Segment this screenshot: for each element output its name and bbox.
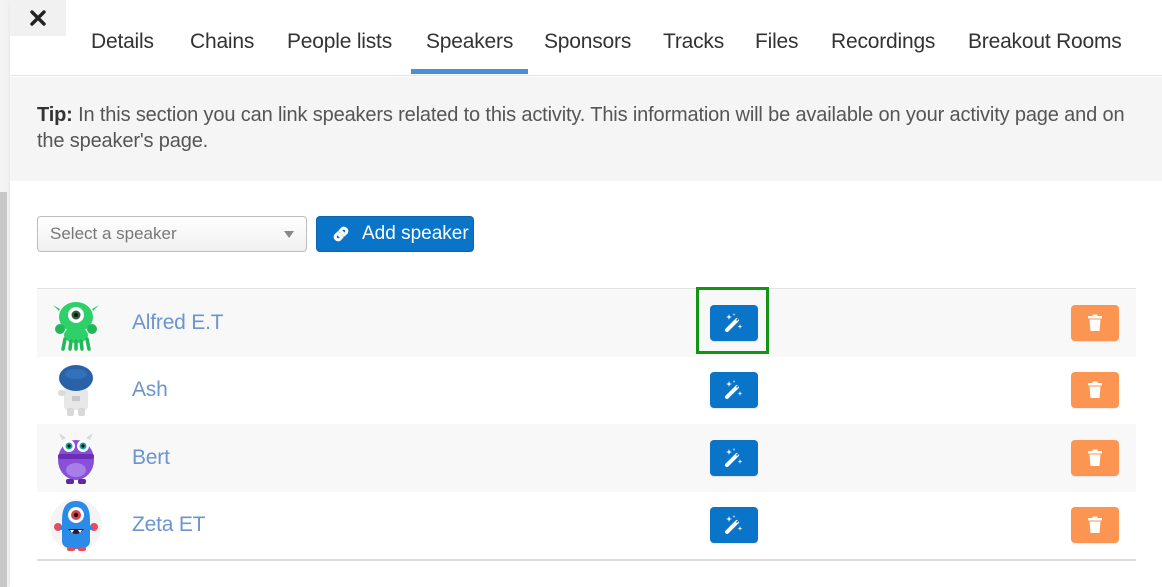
speaker-select[interactable]: Select a speaker <box>37 216 307 252</box>
green-alien-avatar <box>50 295 102 351</box>
tip-text: In this section you can link speakers re… <box>37 104 1125 152</box>
delete-speaker-button[interactable] <box>1071 304 1119 341</box>
close-button[interactable] <box>10 0 66 36</box>
delete-speaker-button[interactable] <box>1071 507 1119 544</box>
trash-icon <box>1088 516 1102 534</box>
tab-chains[interactable]: Chains <box>175 30 269 76</box>
delete-speaker-button[interactable] <box>1071 439 1119 476</box>
speaker-name-link[interactable]: Bert <box>132 446 170 470</box>
purple-monster-avatar <box>50 430 102 486</box>
edit-speaker-button[interactable] <box>710 372 758 409</box>
add-speaker-button[interactable]: Add speaker <box>316 216 474 252</box>
tab-sponsors[interactable]: Sponsors <box>529 30 646 76</box>
delete-speaker-button[interactable] <box>1071 372 1119 409</box>
activity-panel: Details Chains People lists Speakers Spo… <box>10 0 1162 587</box>
edit-speaker-button[interactable] <box>710 304 758 341</box>
tab-people-lists[interactable]: People lists <box>272 30 407 76</box>
magic-wand-icon <box>725 447 743 467</box>
speaker-row: Zeta ET <box>37 491 1136 559</box>
speaker-row: Alfred E.T <box>37 287 1136 357</box>
magic-wand-icon <box>725 380 743 400</box>
close-icon <box>30 10 46 26</box>
tab-speakers[interactable]: Speakers <box>411 30 529 76</box>
link-icon <box>333 226 349 242</box>
scrollbar[interactable] <box>0 192 7 587</box>
tab-bar: Details Chains People lists Speakers Spo… <box>10 0 1162 76</box>
magic-wand-icon <box>725 312 743 332</box>
speaker-name-link[interactable]: Ash <box>132 378 168 402</box>
tab-recordings[interactable]: Recordings <box>816 30 950 76</box>
speaker-list: Alfred E.T Ash Bert Zeta ET <box>37 287 1136 561</box>
tab-files[interactable]: Files <box>740 30 813 76</box>
tab-breakout-rooms[interactable]: Breakout Rooms <box>953 30 1137 76</box>
speaker-row: Bert <box>37 424 1136 492</box>
speaker-name-link[interactable]: Zeta ET <box>132 513 205 537</box>
tab-tracks[interactable]: Tracks <box>648 30 739 76</box>
tip-label: Tip: <box>37 104 73 126</box>
astronaut-avatar <box>50 362 102 418</box>
trash-icon <box>1088 449 1102 466</box>
trash-icon <box>1088 381 1102 399</box>
speaker-select-placeholder: Select a speaker <box>50 224 177 243</box>
blue-monster-avatar <box>50 497 102 553</box>
tab-details[interactable]: Details <box>76 30 169 76</box>
magic-wand-icon <box>725 515 743 535</box>
speaker-row: Ash <box>37 356 1136 424</box>
speaker-name-link[interactable]: Alfred E.T <box>132 311 224 335</box>
tip-box: Tip: In this section you can link speake… <box>10 77 1162 181</box>
caret-down-icon <box>284 231 294 238</box>
edit-speaker-button[interactable] <box>710 507 758 544</box>
edit-speaker-button[interactable] <box>710 439 758 476</box>
trash-icon <box>1088 314 1102 331</box>
add-speaker-label: Add speaker <box>362 223 469 244</box>
